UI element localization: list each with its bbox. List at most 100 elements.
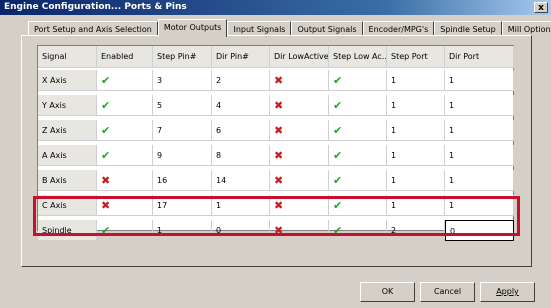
red-x-icon: ✖ (274, 149, 284, 162)
tab-encoder-mpg[interactable]: Encoder/MPG's (362, 21, 435, 36)
green-check-icon: ✔ (333, 99, 343, 112)
column-header-step-pin[interactable]: Step Pin# (153, 46, 212, 68)
cell-dir-low-active[interactable]: ✖ (270, 95, 329, 116)
green-check-icon: ✔ (333, 174, 343, 187)
cell-step-port[interactable]: 1 (387, 70, 445, 91)
red-x-icon: ✖ (274, 199, 284, 212)
cell-step-pin[interactable]: 7 (153, 120, 212, 141)
green-check-icon: ✔ (333, 224, 343, 237)
cell-signal[interactable]: X Axis (38, 70, 97, 91)
cell-step-low-active[interactable]: ✔ (329, 95, 387, 116)
tab-strip: Port Setup and Axis Selection Motor Outp… (28, 19, 551, 37)
cell-dir-pin[interactable]: 0 (212, 220, 270, 241)
cell-signal[interactable]: A Axis (38, 145, 97, 166)
cell-enabled[interactable]: ✔ (97, 95, 153, 116)
tab-input-signals[interactable]: Input Signals (227, 21, 292, 36)
cell-enabled[interactable]: ✔ (97, 145, 153, 166)
cell-step-pin[interactable]: 3 (153, 70, 212, 91)
red-x-icon: ✖ (274, 99, 284, 112)
cell-step-low-active[interactable]: ✔ (329, 120, 387, 141)
cell-step-low-active[interactable]: ✔ (329, 195, 387, 216)
green-check-icon: ✔ (101, 124, 111, 137)
column-header-enabled[interactable]: Enabled (97, 46, 153, 68)
cell-step-pin[interactable]: 1 (153, 220, 212, 241)
cell-step-port[interactable]: 1 (387, 195, 445, 216)
column-header-dir-pin[interactable]: Dir Pin# (212, 46, 270, 68)
cell-signal[interactable]: Y Axis (38, 95, 97, 116)
green-check-icon: ✔ (333, 149, 343, 162)
cell-dir-pin[interactable]: 6 (212, 120, 270, 141)
column-header-signal[interactable]: Signal (38, 46, 97, 68)
cell-dir-port[interactable]: 1 (445, 145, 514, 166)
red-x-icon: ✖ (274, 174, 284, 187)
cell-dir-port[interactable]: 1 (445, 120, 514, 141)
cell-dir-low-active[interactable]: ✖ (270, 220, 329, 241)
cancel-button[interactable]: Cancel (420, 282, 475, 302)
red-x-icon: ✖ (101, 199, 111, 212)
cell-dir-pin[interactable]: 8 (212, 145, 270, 166)
cell-step-port[interactable]: 1 (387, 145, 445, 166)
green-check-icon: ✔ (333, 74, 343, 87)
window-titlebar: Engine Configuration... Ports & Pins x (0, 0, 551, 15)
column-header-step-port[interactable]: Step Port (387, 46, 445, 68)
cell-dir-port[interactable]: 1 (445, 95, 514, 116)
cell-signal[interactable]: Spindle (38, 220, 97, 241)
close-button[interactable]: x (534, 2, 548, 13)
column-header-dir-low-active[interactable]: Dir LowActive (270, 46, 329, 68)
cell-dir-pin[interactable]: 1 (212, 195, 270, 216)
window-title: Engine Configuration... Ports & Pins (4, 2, 187, 12)
cell-step-pin[interactable]: 9 (153, 145, 212, 166)
green-check-icon: ✔ (101, 74, 111, 87)
cell-dir-low-active[interactable]: ✖ (270, 170, 329, 191)
cell-step-low-active[interactable]: ✔ (329, 220, 387, 241)
cell-dir-low-active[interactable]: ✖ (270, 195, 329, 216)
cell-dir-port[interactable]: 1 (445, 195, 514, 216)
red-x-icon: ✖ (274, 74, 284, 87)
cell-enabled[interactable]: ✔ (97, 220, 153, 241)
green-check-icon: ✔ (333, 199, 343, 212)
green-check-icon: ✔ (101, 99, 111, 112)
cell-step-port[interactable]: 1 (387, 95, 445, 116)
cell-step-low-active[interactable]: ✔ (329, 145, 387, 166)
tab-output-signals[interactable]: Output Signals (291, 21, 363, 36)
cell-enabled[interactable]: ✖ (97, 195, 153, 216)
red-x-icon: ✖ (274, 124, 284, 137)
cell-enabled[interactable]: ✔ (97, 70, 153, 91)
column-header-dir-port[interactable]: Dir Port (445, 46, 514, 68)
cell-step-port[interactable]: 1 (387, 170, 445, 191)
tab-motor-outputs[interactable]: Motor Outputs (157, 19, 228, 37)
cell-step-low-active[interactable]: ✔ (329, 70, 387, 91)
red-x-icon: ✖ (101, 174, 111, 187)
cell-signal[interactable]: Z Axis (38, 120, 97, 141)
cell-dir-port[interactable]: 1 (445, 170, 514, 191)
tab-mill-options[interactable]: Mill Options (501, 21, 551, 36)
cell-dir-port[interactable]: 1 (445, 70, 514, 91)
green-check-icon: ✔ (333, 124, 343, 137)
cell-step-pin[interactable]: 16 (153, 170, 212, 191)
apply-button[interactable]: Apply (480, 282, 535, 302)
ok-button[interactable]: OK (360, 282, 415, 302)
cell-step-pin[interactable]: 17 (153, 195, 212, 216)
cell-dir-low-active[interactable]: ✖ (270, 145, 329, 166)
tab-spindle-setup[interactable]: Spindle Setup (434, 21, 502, 36)
cell-dir-port[interactable]: 0 (445, 220, 514, 241)
cell-dir-pin[interactable]: 4 (212, 95, 270, 116)
cell-signal[interactable]: C Axis (38, 195, 97, 216)
red-x-icon: ✖ (274, 224, 284, 237)
cell-signal[interactable]: B Axis (38, 170, 97, 191)
cell-dir-low-active[interactable]: ✖ (270, 70, 329, 91)
green-check-icon: ✔ (101, 149, 111, 162)
cell-enabled[interactable]: ✖ (97, 170, 153, 191)
cell-step-port[interactable]: 2 (387, 220, 445, 241)
cell-step-pin[interactable]: 5 (153, 95, 212, 116)
green-check-icon: ✔ (101, 224, 111, 237)
cell-dir-low-active[interactable]: ✖ (270, 120, 329, 141)
cell-enabled[interactable]: ✔ (97, 120, 153, 141)
column-header-step-low-active[interactable]: Step Low Ac... (329, 46, 387, 68)
cell-dir-pin[interactable]: 14 (212, 170, 270, 191)
motor-outputs-grid: Signal Enabled Step Pin# Dir Pin# Dir LowAct… (37, 45, 514, 241)
cell-step-low-active[interactable]: ✔ (329, 170, 387, 191)
cell-dir-pin[interactable]: 2 (212, 70, 270, 91)
tab-port-setup[interactable]: Port Setup and Axis Selection (28, 21, 158, 36)
cell-step-port[interactable]: 1 (387, 120, 445, 141)
